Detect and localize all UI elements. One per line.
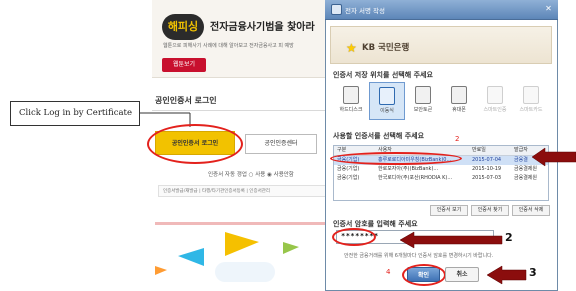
step-number-3: 3 <box>529 266 537 279</box>
step-arrows <box>399 147 576 285</box>
arrow-to-cert-row-icon <box>531 147 576 167</box>
step-number-2: 2 <box>505 231 513 244</box>
arrow-to-password-icon <box>399 231 503 249</box>
arrow-to-ok-icon <box>486 265 527 285</box>
